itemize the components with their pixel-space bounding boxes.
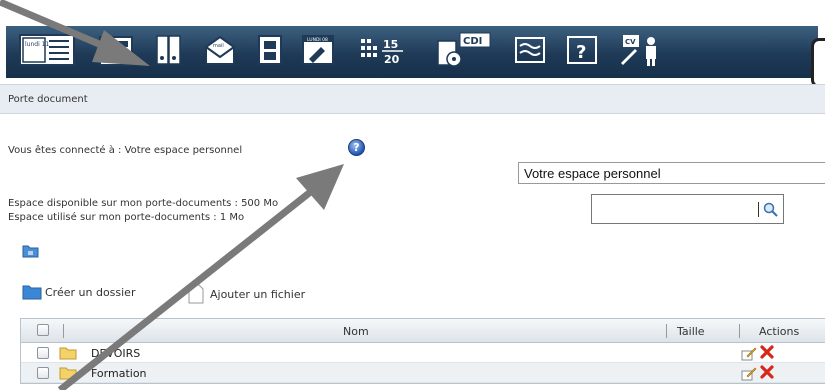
edit-icon[interactable] bbox=[741, 345, 757, 361]
header-separator bbox=[63, 324, 64, 338]
top-toolbar: lundi 11 12 mail LUNDI 08 15 20 CDI ? CV bbox=[0, 0, 825, 88]
create-folder-label: Créer un dossier bbox=[45, 285, 136, 299]
delete-icon[interactable] bbox=[759, 364, 775, 380]
messages-icon[interactable] bbox=[512, 30, 548, 70]
storage-available: Espace disponible sur mon porte-document… bbox=[8, 198, 279, 209]
grades-icon[interactable]: 15 20 bbox=[358, 30, 410, 70]
notebook-text: LUNDI 08 bbox=[307, 37, 328, 43]
space-select-value: Votre espace personnel bbox=[524, 166, 661, 181]
header-name[interactable]: Nom bbox=[343, 325, 369, 338]
table-header: Nom Taille Actions bbox=[21, 319, 825, 343]
connection-label: Vous êtes connecté à : Votre espace pers… bbox=[8, 145, 243, 156]
documents-table: Nom Taille Actions DEVOIRS Formation bbox=[20, 318, 825, 384]
add-file-button[interactable]: Ajouter un fichier bbox=[188, 284, 305, 304]
parent-folder-icon[interactable] bbox=[22, 244, 39, 258]
toolbar-scroll-handle[interactable] bbox=[811, 38, 825, 88]
header-separator bbox=[739, 324, 740, 338]
row-checkbox[interactable] bbox=[37, 347, 49, 359]
connection-help-icon[interactable]: ? bbox=[348, 139, 365, 156]
create-folder-button[interactable]: Créer un dossier bbox=[22, 284, 135, 300]
grades-numerator: 15 bbox=[383, 38, 398, 51]
page-title: Porte document bbox=[8, 94, 88, 105]
space-select[interactable]: Votre espace personnel bbox=[518, 162, 825, 184]
help-text: ? bbox=[576, 42, 586, 63]
calendar-day-text: lundi 11 bbox=[25, 41, 49, 48]
folder-icon bbox=[59, 347, 77, 360]
row-name[interactable]: DEVOIRS bbox=[91, 347, 140, 360]
header-actions: Actions bbox=[759, 325, 800, 338]
page: lundi 11 12 mail LUNDI 08 15 20 CDI ? CV… bbox=[0, 0, 825, 390]
binders-icon[interactable] bbox=[152, 30, 186, 70]
grades-denominator: 20 bbox=[384, 53, 400, 66]
folder-icon bbox=[22, 285, 42, 300]
svg-text:12: 12 bbox=[110, 53, 121, 63]
folder-icon bbox=[59, 367, 77, 380]
header-separator bbox=[666, 324, 667, 338]
calendar-day-icon[interactable]: lundi 11 bbox=[18, 30, 78, 70]
cv-icon[interactable]: CV bbox=[616, 30, 664, 70]
delete-icon[interactable] bbox=[759, 344, 775, 360]
row-checkbox[interactable] bbox=[37, 367, 49, 379]
mail-text: mail bbox=[213, 43, 224, 49]
header-size[interactable]: Taille bbox=[677, 325, 705, 338]
add-file-label: Ajouter un fichier bbox=[210, 287, 306, 301]
calendar-week-icon[interactable]: 12 bbox=[96, 30, 138, 70]
address-book-icon[interactable] bbox=[254, 30, 286, 70]
notebook-icon[interactable]: LUNDI 08 bbox=[300, 30, 336, 70]
breadcrumb: Porte document bbox=[0, 84, 825, 114]
mail-icon[interactable]: mail bbox=[202, 30, 238, 70]
search-caret bbox=[758, 202, 759, 217]
search-box[interactable] bbox=[591, 194, 784, 224]
storage-used: Espace utilisé sur mon porte-documents :… bbox=[8, 212, 245, 223]
file-icon bbox=[188, 284, 204, 304]
cdi-text: CDI bbox=[463, 36, 482, 47]
help-icon[interactable]: ? bbox=[564, 30, 600, 70]
cdi-library-icon[interactable]: CDI bbox=[436, 30, 494, 70]
row-name[interactable]: Formation bbox=[91, 367, 147, 380]
edit-icon[interactable] bbox=[741, 365, 757, 381]
search-icon[interactable] bbox=[762, 201, 780, 219]
help-arrow-head bbox=[296, 164, 344, 210]
table-row[interactable]: DEVOIRS bbox=[21, 343, 825, 363]
table-row[interactable]: Formation bbox=[21, 363, 825, 383]
cv-text: CV bbox=[625, 38, 636, 46]
select-all-checkbox[interactable] bbox=[37, 324, 49, 336]
